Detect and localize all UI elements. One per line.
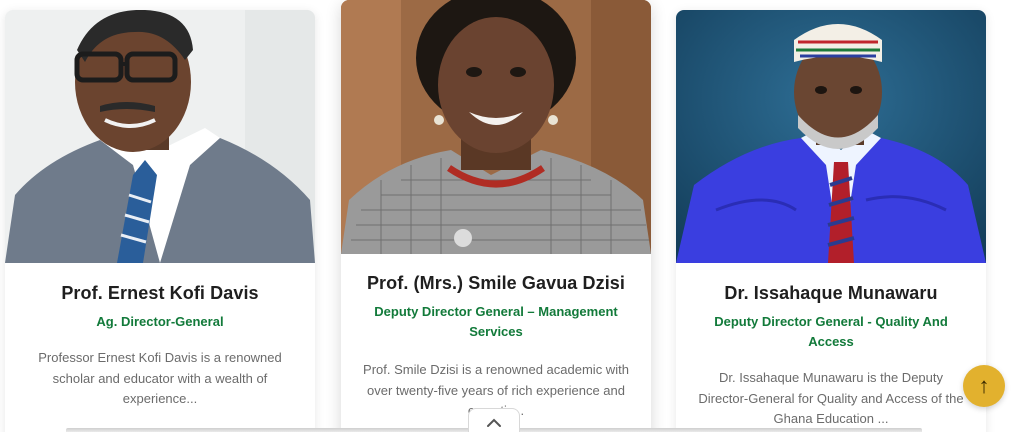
staff-photo — [341, 0, 651, 254]
collapse-toggle-button[interactable] — [468, 408, 520, 432]
staff-description: Dr. Issahaque Munawaru is the Deputy Dir… — [698, 370, 964, 426]
staff-card[interactable]: Prof. (Mrs.) Smile Gavua Dzisi Deputy Di… — [341, 0, 651, 432]
staff-description: Professor Ernest Kofi Davis is a renowne… — [38, 350, 282, 406]
staff-card[interactable]: Dr. Issahaque Munawaru Deputy Director G… — [676, 10, 986, 432]
arrow-up-icon: ↑ — [978, 373, 990, 398]
staff-name: Dr. Issahaque Munawaru — [724, 283, 938, 303]
staff-name: Prof. (Mrs.) Smile Gavua Dzisi — [366, 273, 626, 293]
staff-role: Deputy Director General - Quality And Ac… — [714, 314, 948, 349]
staff-card[interactable]: Prof. Ernest Kofi Davis Ag. Director-Gen… — [5, 10, 315, 432]
staff-name: Prof. Ernest Kofi Davis — [61, 283, 259, 303]
staff-photo — [5, 10, 315, 263]
staff-role: Ag. Director-General — [96, 314, 224, 329]
chevron-up-icon — [487, 418, 501, 427]
staff-photo — [676, 10, 986, 263]
staff-role: Deputy Director General – Management Ser… — [374, 304, 618, 339]
scroll-to-top-button[interactable]: ↑ — [963, 365, 1005, 407]
